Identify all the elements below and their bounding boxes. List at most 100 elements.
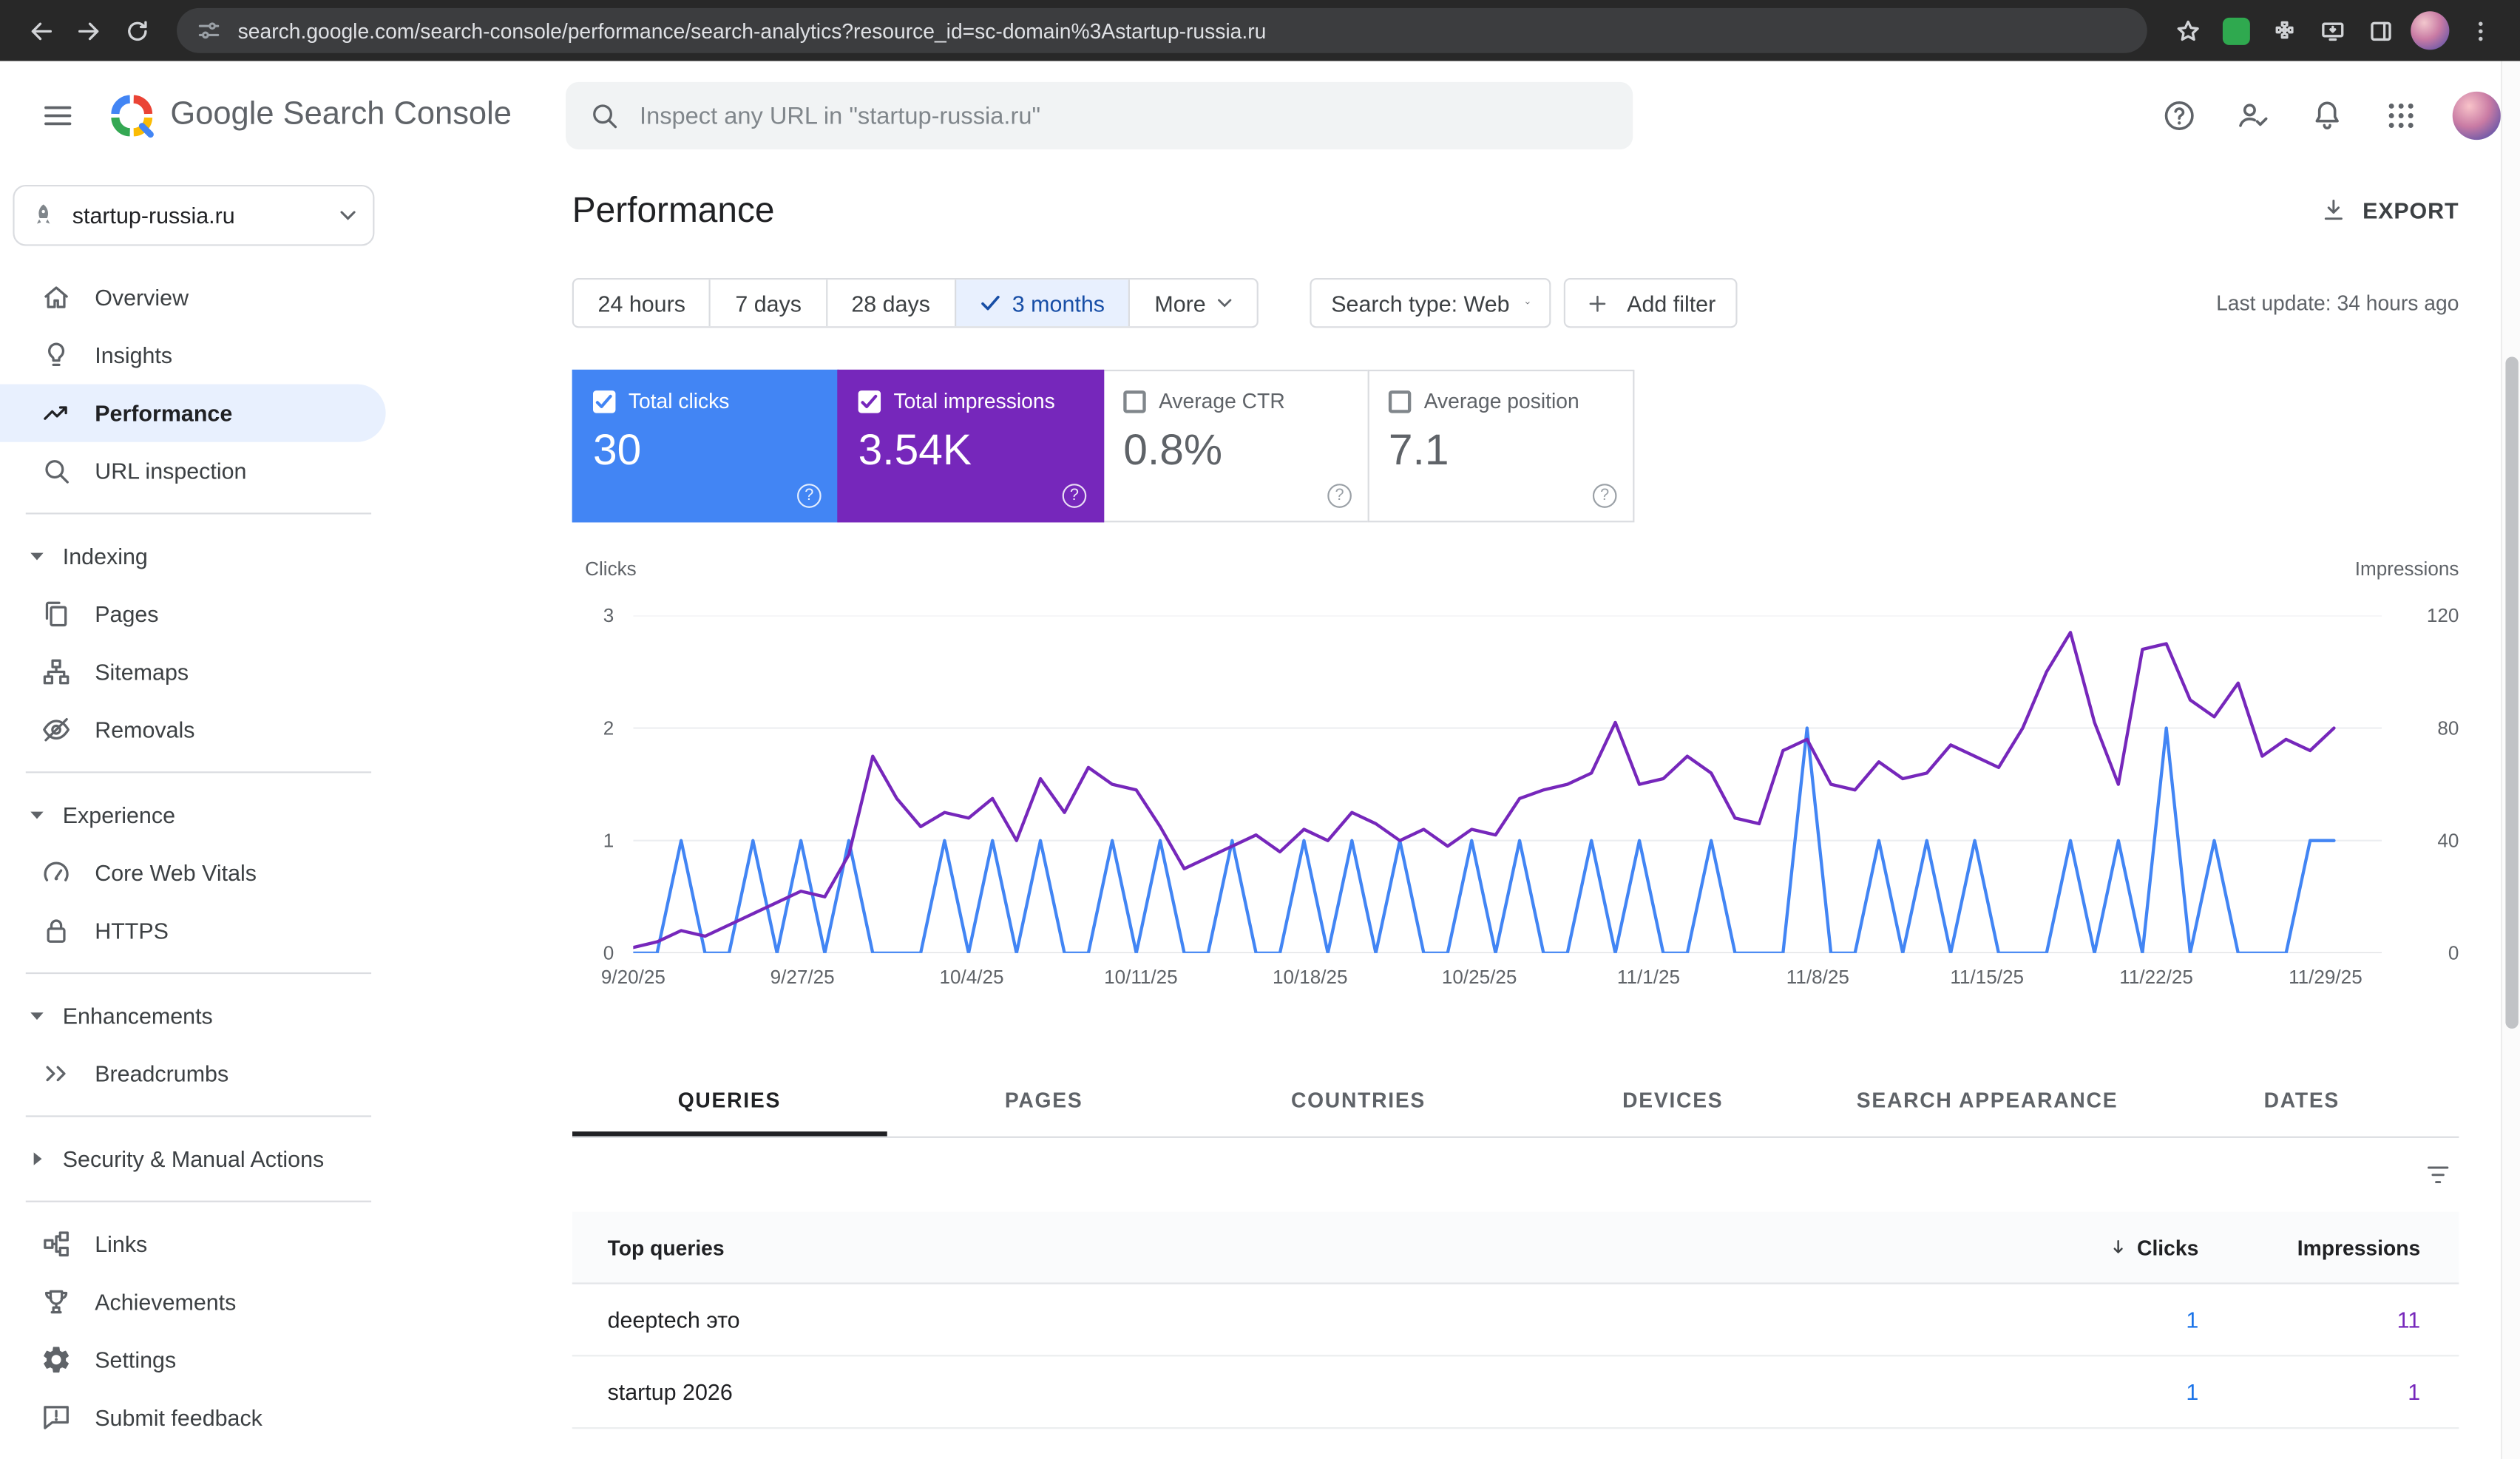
y-axis-tick: 0 <box>2448 941 2459 965</box>
metric-value: 7.1 <box>1388 425 1449 475</box>
sidebar-item-pages[interactable]: Pages <box>0 585 390 643</box>
tab-pages[interactable]: PAGES <box>887 1059 1201 1136</box>
metric-value: 30 <box>593 425 642 475</box>
manage-users-button[interactable] <box>2221 83 2286 147</box>
links-tree-icon <box>40 1228 72 1260</box>
tab-countries[interactable]: COUNTRIES <box>1201 1059 1515 1136</box>
address-bar[interactable]: search.google.com/search-console/perform… <box>177 7 2147 53</box>
sidebar-item-label: Settings <box>95 1347 177 1373</box>
search-console-logo <box>111 94 154 138</box>
range-24-hours[interactable]: 24 hours <box>574 280 710 326</box>
checkbox-unchecked-icon[interactable] <box>1388 390 1412 413</box>
help-icon[interactable]: ? <box>1062 484 1087 508</box>
query-cell[interactable]: startup 2026 <box>572 1379 1977 1405</box>
add-filter-button[interactable]: Add filter <box>1564 278 1737 328</box>
main-menu-button[interactable] <box>26 83 90 147</box>
scrollbar-thumb[interactable] <box>2505 356 2519 1029</box>
browser-profile-avatar[interactable] <box>2411 11 2450 50</box>
sidebar-item-insights[interactable]: Insights <box>0 326 390 384</box>
tab-queries[interactable]: QUERIES <box>572 1059 887 1136</box>
range-more[interactable]: More <box>1128 280 1258 327</box>
main-content: Performance EXPORT 24 hours 7 days 28 da… <box>390 169 2520 1459</box>
divider <box>25 771 372 773</box>
pages-icon <box>40 598 72 630</box>
plus-icon <box>1590 294 1606 311</box>
help-icon[interactable]: ? <box>797 484 822 508</box>
sidebar-item-core-web-vitals[interactable]: Core Web Vitals <box>0 844 390 901</box>
checkbox-checked-icon[interactable] <box>858 390 881 413</box>
divider <box>25 1115 372 1117</box>
export-button[interactable]: EXPORT <box>2319 196 2459 225</box>
clicks-header[interactable]: Clicks <box>1977 1235 2234 1259</box>
sidebar-group-experience[interactable]: Experience <box>0 786 390 844</box>
metric-card-average-ctr[interactable]: Average CTR 0.8% ? <box>1102 369 1369 523</box>
forward-button[interactable] <box>64 7 112 55</box>
url-inspection-searchbox[interactable] <box>566 81 1633 150</box>
help-icon[interactable]: ? <box>1592 484 1617 508</box>
tab-search-appearance[interactable]: SEARCH APPEARANCE <box>1830 1059 2144 1136</box>
x-axis-tick: 11/1/25 <box>1616 966 1681 989</box>
sidebar-item-sitemaps[interactable]: Sitemaps <box>0 643 390 700</box>
search-icon <box>593 104 617 129</box>
tab-devices[interactable]: DEVICES <box>1516 1059 1830 1136</box>
range-7-days[interactable]: 7 days <box>709 280 826 327</box>
url-inspection-input[interactable] <box>640 102 1610 129</box>
help-button[interactable] <box>2147 83 2212 147</box>
url-text[interactable]: search.google.com/search-console/perform… <box>238 18 1267 43</box>
back-button[interactable] <box>16 7 64 55</box>
sidebar-item-removals[interactable]: Removals <box>0 701 390 759</box>
cast-button[interactable] <box>2308 7 2356 55</box>
reload-button[interactable] <box>112 7 160 55</box>
vertical-scrollbar[interactable] <box>2500 61 2520 1459</box>
chart-plot-area[interactable] <box>633 615 2382 953</box>
sidebar-item-links[interactable]: Links <box>0 1215 390 1273</box>
kebab-menu-icon <box>2477 21 2482 41</box>
x-axis-labels: 9/20/25 9/27/25 10/4/25 10/11/25 10/18/25 10/… <box>601 966 2382 989</box>
table-header-row: Top queries Clicks Impressions <box>572 1211 2459 1284</box>
extension-button-green[interactable] <box>2212 7 2260 55</box>
impressions-header[interactable]: Impressions <box>2234 1235 2459 1259</box>
sidebar-item-settings[interactable]: Settings <box>0 1331 390 1389</box>
trophy-icon <box>40 1286 72 1318</box>
trending-up-icon <box>40 397 72 429</box>
table-row[interactable]: startup 2026 1 1 <box>572 1356 2459 1429</box>
sidebar-item-submit-feedback[interactable]: Submit feedback <box>0 1389 390 1446</box>
table-row[interactable]: deeptech это 1 11 <box>572 1284 2459 1357</box>
notifications-button[interactable] <box>2295 83 2360 147</box>
property-selector[interactable]: startup-russia.ru <box>13 184 375 246</box>
sidebar-item-overview[interactable]: Overview <box>0 268 390 326</box>
page-body: startup-russia.ru Overview Insights Perf… <box>0 169 2520 1459</box>
top-queries-header[interactable]: Top queries <box>572 1235 1977 1259</box>
bookmark-star-button[interactable] <box>2163 7 2211 55</box>
browser-menu-button[interactable] <box>2456 7 2504 55</box>
filter-rows-icon[interactable] <box>2424 1160 2453 1189</box>
sidebar-item-achievements[interactable]: Achievements <box>0 1273 390 1330</box>
dimension-tabs: QUERIES PAGES COUNTRIES DEVICES SEARCH A… <box>572 1059 2459 1138</box>
sidebar-group-security[interactable]: Security & Manual Actions <box>0 1130 390 1188</box>
group-label: Security & Manual Actions <box>62 1145 325 1172</box>
query-cell[interactable]: deeptech это <box>572 1307 1977 1333</box>
sidebar-item-breadcrumbs[interactable]: Breadcrumbs <box>0 1045 390 1103</box>
google-apps-button[interactable] <box>2369 83 2433 147</box>
help-icon[interactable]: ? <box>1327 484 1352 508</box>
metric-card-total-impressions[interactable]: Total impressions 3.54K ? <box>837 369 1105 523</box>
side-panel-button[interactable] <box>2356 7 2404 55</box>
puzzle-icon <box>2275 20 2293 38</box>
metric-card-average-position[interactable]: Average position 7.1 ? <box>1367 369 1635 523</box>
extensions-button[interactable] <box>2260 7 2308 55</box>
checkbox-checked-icon[interactable] <box>593 390 616 413</box>
sidebar-item-https[interactable]: HTTPS <box>0 901 390 959</box>
checkbox-unchecked-icon[interactable] <box>1123 390 1146 413</box>
tab-dates[interactable]: DATES <box>2144 1059 2459 1136</box>
account-avatar[interactable] <box>2452 90 2501 140</box>
search-type-dropdown[interactable]: Search type: Web <box>1310 278 1552 328</box>
x-axis-tick: 11/29/25 <box>2289 966 2362 989</box>
sidebar-group-enhancements[interactable]: Enhancements <box>0 987 390 1045</box>
sidebar-item-url-inspection[interactable]: URL inspection <box>0 442 390 500</box>
range-3-months-selected[interactable]: 3 months <box>954 280 1129 327</box>
sidebar-group-indexing[interactable]: Indexing <box>0 527 390 585</box>
range-28-days[interactable]: 28 days <box>825 280 955 327</box>
metric-card-total-clicks[interactable]: Total clicks 30 ? <box>572 369 839 523</box>
sidebar-item-performance[interactable]: Performance <box>0 384 386 442</box>
site-info-icon[interactable] <box>196 18 222 44</box>
